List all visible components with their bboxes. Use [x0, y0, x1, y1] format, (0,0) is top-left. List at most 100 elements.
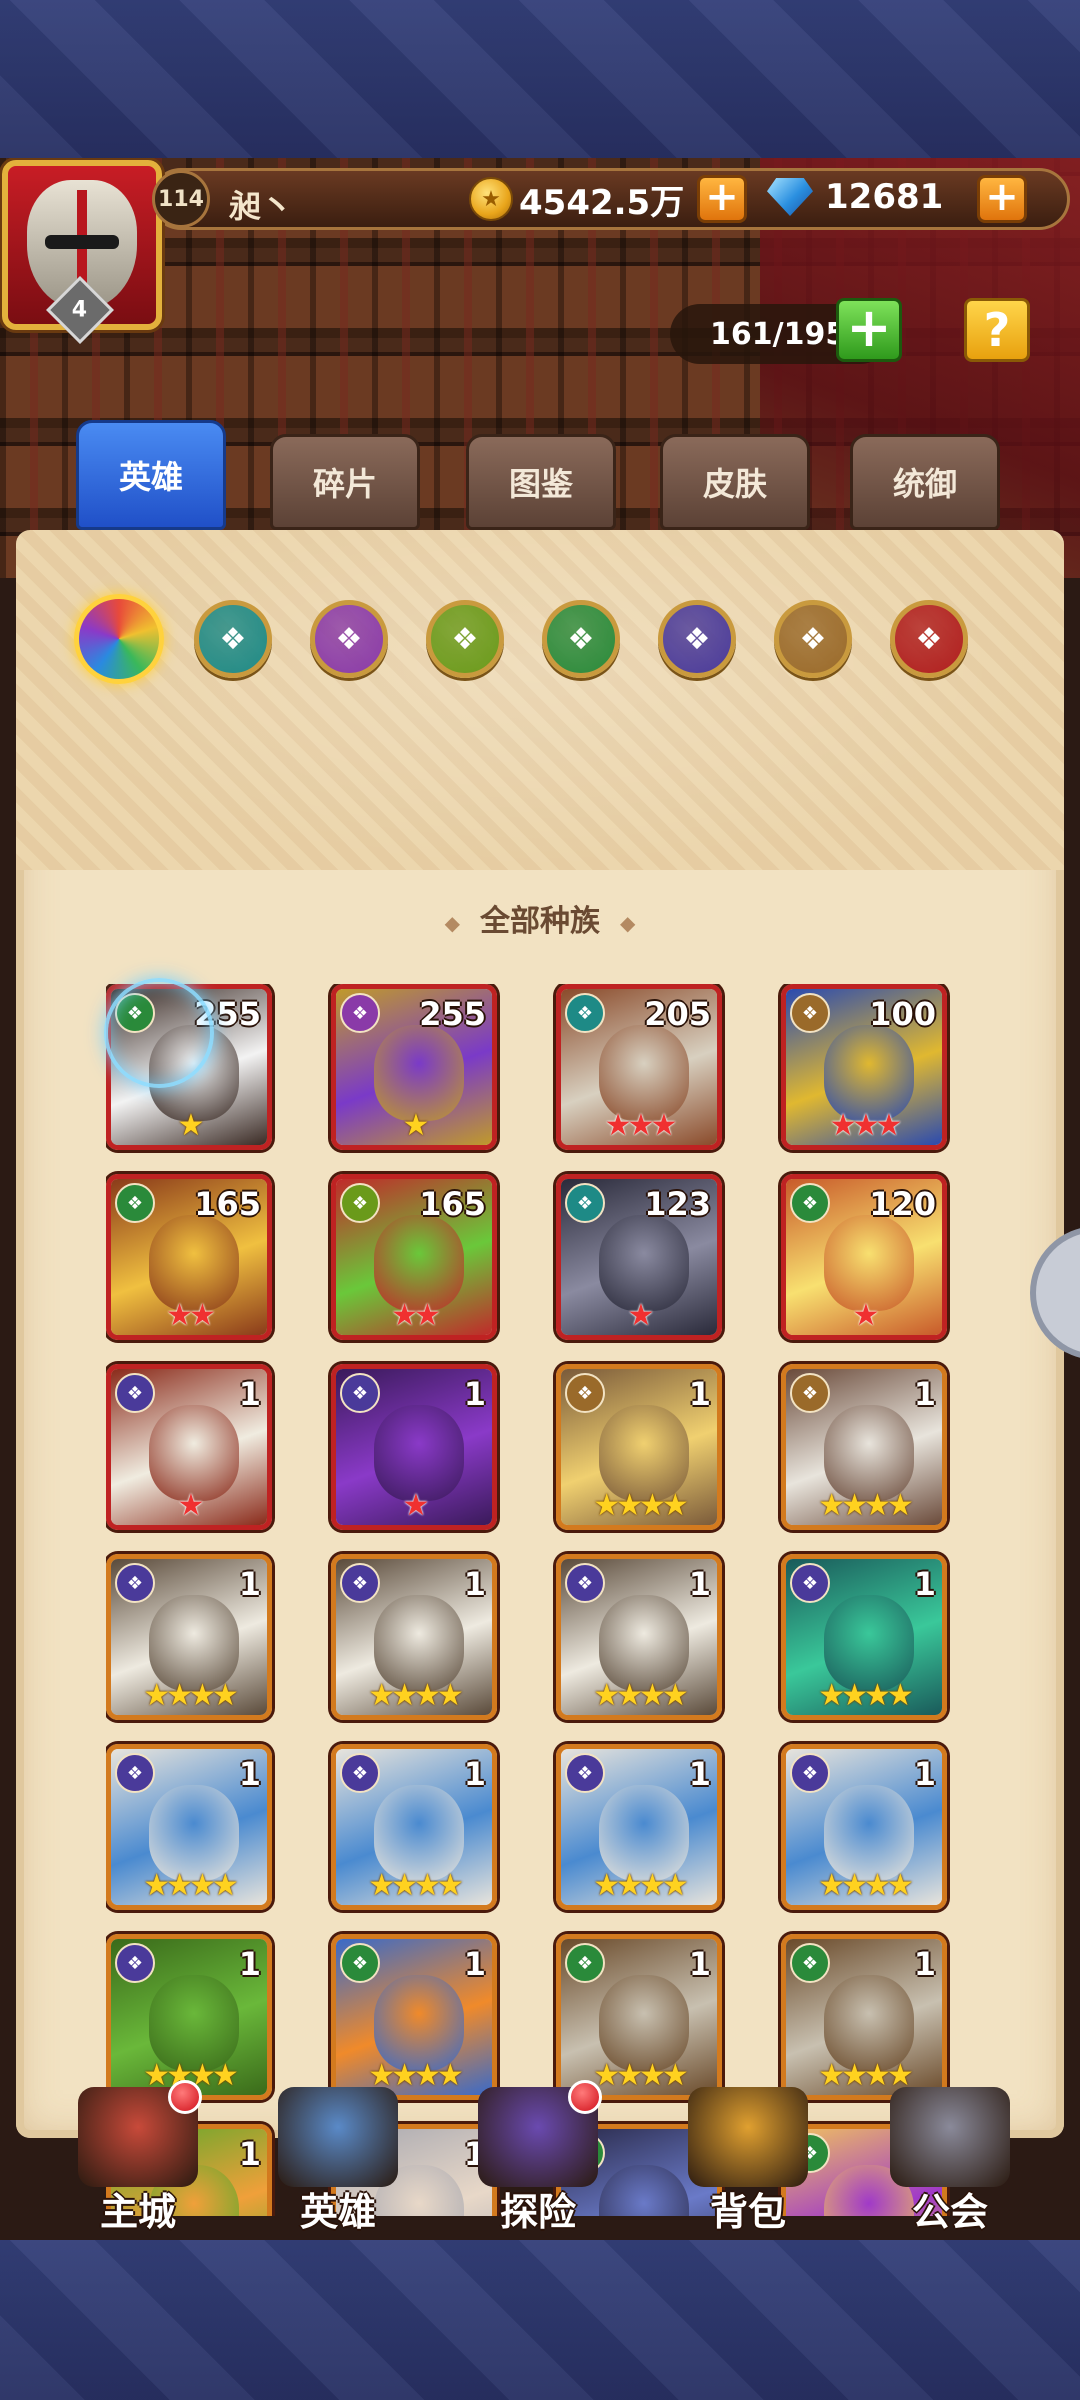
hero-head [824, 1975, 914, 2071]
hero-level: 1 [238, 1945, 261, 1983]
hero-card[interactable]: ❖ 1 ★★★★ [331, 1934, 497, 2100]
tab-fragments[interactable]: 碎片 [270, 434, 420, 530]
hero-card[interactable]: ❖ 1 ★★★★ [556, 1934, 722, 2100]
skull-wings-icon[interactable]: ❖ [658, 600, 736, 678]
hero-head [149, 1215, 239, 1311]
race-badge-icon: ❖ [340, 1183, 380, 1223]
nav-label: 公会 [911, 2190, 988, 2234]
expand-capacity-button[interactable]: + [836, 298, 902, 362]
hero-level: 255 [419, 995, 486, 1033]
hero-card[interactable]: ❖ 255 ★ [331, 984, 497, 1150]
tab-skins[interactable]: 皮肤 [660, 434, 810, 530]
hero-head [374, 1975, 464, 2071]
hero-star-rating: ★★★★ [368, 1868, 464, 1903]
hero-star-rating: ★ [402, 1108, 430, 1143]
hero-card[interactable]: ❖ 1 ★ [331, 1364, 497, 1530]
player-name: 昶丶 [229, 187, 294, 225]
hero-level: 1 [463, 1945, 486, 1983]
nav-guild-tower[interactable]: 公会 [860, 2086, 1040, 2236]
hero-card[interactable]: ❖ 1 ★★★★ [106, 1934, 272, 2100]
tab-heroes[interactable]: 英雄 [76, 420, 226, 530]
hero-star-rating: ★★★★ [368, 1678, 464, 1713]
game-screen: 昶丶 ★ 4542.5万 + 12681 + 4 114 161/195 + ?… [0, 158, 1080, 2240]
hero-card[interactable]: ❖ 165 ★★ [331, 1174, 497, 1340]
sun-wheel-icon[interactable]: ❖ [774, 600, 852, 678]
hero-level: 1 [463, 1375, 486, 1413]
hero-card[interactable]: ❖ 1 ★ [106, 1364, 272, 1530]
race-badge-icon: ❖ [340, 993, 380, 1033]
hero-head [824, 1785, 914, 1881]
hero-card[interactable]: ❖ 1 ★★★★ [556, 1364, 722, 1530]
guild-tower-icon [890, 2087, 1010, 2187]
hero-card[interactable]: ❖ 120 ★ [781, 1174, 947, 1340]
hero-star-rating: ★★★★ [143, 1678, 239, 1713]
hero-star-rating: ★ [852, 1298, 880, 1333]
trident-icon[interactable]: ❖ [194, 600, 272, 678]
hero-card[interactable]: ❖ 165 ★★ [106, 1174, 272, 1340]
hero-card[interactable]: ❖ 205 ★★★ [556, 984, 722, 1150]
hero-level: 123 [644, 1185, 711, 1223]
green-eye-icon[interactable]: ❖ [426, 600, 504, 678]
tab-command[interactable]: 统御 [850, 434, 1000, 530]
hero-level: 1 [463, 1755, 486, 1793]
hero-head [374, 1785, 464, 1881]
leaf-icon[interactable]: ❖ [542, 600, 620, 678]
nav-label: 主城 [99, 2190, 176, 2234]
race-badge-icon: ❖ [790, 1943, 830, 1983]
hero-card[interactable]: ❖ 1 ★★★★ [556, 1744, 722, 1910]
hero-star-rating: ★ [177, 1108, 205, 1143]
hero-star-rating: ★★★ [829, 1108, 903, 1143]
hero-level: 165 [194, 1185, 261, 1223]
resource-bar: 昶丶 ★ 4542.5万 + 12681 + [150, 168, 1070, 230]
outer-background-top [0, 0, 1080, 160]
hero-star-rating: ★★★★ [593, 1868, 689, 1903]
rainbow-swirl-icon[interactable] [74, 594, 164, 684]
hero-card[interactable]: ❖ 123 ★ [556, 1174, 722, 1340]
hero-star-rating: ★★★ [604, 1108, 678, 1143]
hero-card[interactable]: ❖ 1 ★★★★ [106, 1554, 272, 1720]
notification-dot [568, 2080, 602, 2114]
add-gold-button[interactable]: + [697, 175, 747, 223]
hero-star-rating: ★ [402, 1488, 430, 1523]
help-button[interactable]: ? [964, 298, 1030, 362]
hero-level: 205 [644, 995, 711, 1033]
nav-hero-portrait[interactable]: 英雄 [248, 2086, 428, 2236]
tab-codex[interactable]: 图鉴 [466, 434, 616, 530]
hero-card[interactable]: ❖ 255 ★ [106, 984, 272, 1150]
hero-card[interactable]: ❖ 1 ★★★★ [331, 1744, 497, 1910]
race-badge-icon: ❖ [565, 1373, 605, 1413]
gold-coin-icon: ★ [469, 177, 513, 221]
violet-eye-icon[interactable]: ❖ [310, 600, 388, 678]
nav-backpack[interactable]: 背包 [658, 2086, 838, 2236]
hero-card[interactable]: ❖ 1 ★★★★ [781, 1744, 947, 1910]
hero-star-rating: ★★★★ [143, 1868, 239, 1903]
add-gems-button[interactable]: + [977, 175, 1027, 223]
hero-head [599, 1785, 689, 1881]
hero-head [824, 1405, 914, 1501]
nav-portal[interactable]: 探险 [448, 2080, 628, 2236]
hero-card[interactable]: ❖ 100 ★★★ [781, 984, 947, 1150]
nav-castle[interactable]: 主城 [48, 2080, 228, 2236]
gold-amount: 4542.5万 [519, 182, 685, 223]
demon-icon[interactable]: ❖ [890, 600, 968, 678]
race-badge-icon: ❖ [565, 1183, 605, 1223]
hero-portrait-icon [278, 2087, 398, 2187]
hero-head [599, 1405, 689, 1501]
race-filter-title: ◆ 全部种族 ◆ [444, 904, 636, 939]
player-level: 114 [152, 170, 210, 228]
hero-card[interactable]: ❖ 1 ★★★★ [781, 1554, 947, 1720]
hero-level: 1 [913, 1565, 936, 1603]
hero-card[interactable]: ❖ 1 ★★★★ [106, 1744, 272, 1910]
hero-card[interactable]: ❖ 1 ★★★★ [781, 1934, 947, 2100]
hero-star-rating: ★★★★ [593, 1488, 689, 1523]
race-badge-icon: ❖ [115, 1943, 155, 1983]
hero-card[interactable]: ❖ 1 ★★★★ [331, 1554, 497, 1720]
nav-label: 背包 [709, 2190, 786, 2234]
hero-card[interactable]: ❖ 1 ★★★★ [781, 1364, 947, 1530]
hero-star-rating: ★ [177, 1488, 205, 1523]
hero-card[interactable]: ❖ 1 ★★★★ [556, 1554, 722, 1720]
gem-display: 12681 [767, 177, 943, 217]
hero-star-rating: ★★ [391, 1298, 441, 1333]
race-badge-icon: ❖ [790, 993, 830, 1033]
hero-head [149, 1405, 239, 1501]
